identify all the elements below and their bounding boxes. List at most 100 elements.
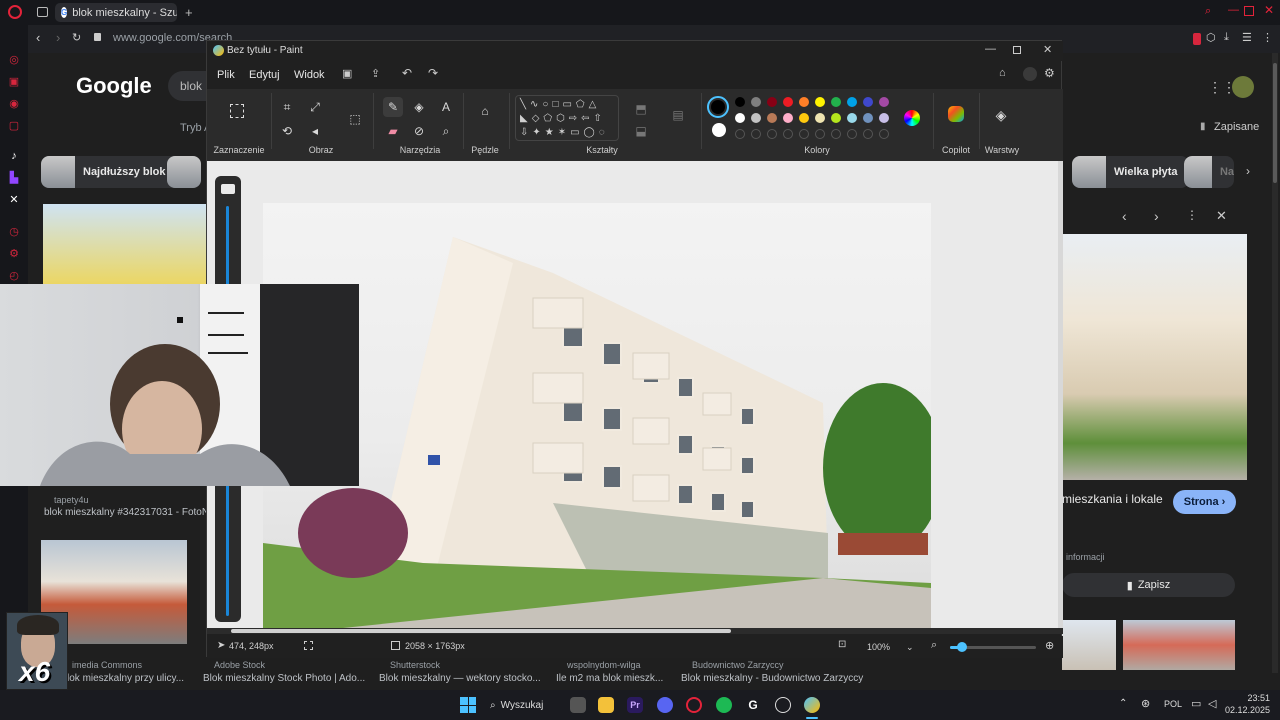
custom-color-slot[interactable] xyxy=(879,129,889,139)
color-swatch[interactable] xyxy=(767,97,777,107)
close-browser-button[interactable]: ✕ xyxy=(1264,3,1274,17)
custom-color-slot[interactable] xyxy=(751,129,761,139)
color-swatch[interactable] xyxy=(815,113,825,123)
visit-site-button[interactable]: Strona › xyxy=(1173,490,1236,514)
color-swatch[interactable] xyxy=(831,97,841,107)
bookmark-icon[interactable]: ▮ xyxy=(1200,121,1206,132)
edit-colors-icon[interactable] xyxy=(904,110,920,126)
saved-link[interactable]: Zapisane xyxy=(1214,121,1259,133)
color-swatch[interactable] xyxy=(815,97,825,107)
menu-view[interactable]: Widok xyxy=(294,69,325,81)
maximize-button[interactable] xyxy=(1013,46,1021,54)
layers-icon[interactable]: ◈ xyxy=(991,105,1011,125)
chip-wielka-plyta[interactable]: Wielka płyta xyxy=(1072,156,1190,188)
extensions-icon[interactable]: ⬡ xyxy=(1206,31,1216,44)
language-indicator[interactable]: POL xyxy=(1164,699,1182,709)
undo-icon[interactable]: ↶ xyxy=(402,66,412,80)
share-icon[interactable]: ⇪ xyxy=(371,67,380,80)
custom-color-slot[interactable] xyxy=(847,129,857,139)
easy-setup-icon[interactable]: ☰ xyxy=(1242,31,1252,44)
aria-icon[interactable]: ◎ xyxy=(7,53,21,67)
custom-color-slot[interactable] xyxy=(815,129,825,139)
color-swatch[interactable] xyxy=(831,113,841,123)
preview-title[interactable]: mieszkania i lokale xyxy=(1062,492,1163,506)
color-swatch[interactable] xyxy=(751,97,761,107)
volume-icon[interactable]: ◁ xyxy=(1208,697,1216,710)
paint-taskbar-icon[interactable] xyxy=(804,697,820,713)
minimize-browser-button[interactable]: — xyxy=(1228,4,1239,16)
spotify-icon[interactable] xyxy=(716,697,732,713)
bottom-title-3[interactable]: Blok mieszkalny — wektory stocko... xyxy=(379,673,544,684)
network-icon[interactable]: ▭ xyxy=(1191,697,1201,710)
minimize-button[interactable]: — xyxy=(985,43,996,55)
image-select-icon[interactable]: ⬚ xyxy=(345,109,365,129)
color-swatch[interactable] xyxy=(847,113,857,123)
shapes-gallery[interactable]: ╲∿○□▭⬠△ ◣◇⬠⬡⇨⇦⇧ ⇩✦★✶▭◯◌ xyxy=(515,95,619,141)
info-link[interactable]: informacji xyxy=(1066,552,1105,562)
google-logo[interactable]: Google xyxy=(76,73,152,99)
resize-icon[interactable]: ⤢ xyxy=(305,97,325,117)
tab-manager-icon[interactable] xyxy=(37,7,48,17)
close-button[interactable]: ✕ xyxy=(1043,43,1052,56)
color-swatch[interactable] xyxy=(767,113,777,123)
related-image-1[interactable] xyxy=(1062,620,1116,670)
tray-chevron-icon[interactable]: ⌃ xyxy=(1119,698,1127,709)
pencil-icon[interactable]: ✎ xyxy=(383,97,403,117)
color-swatch[interactable] xyxy=(783,97,793,107)
result-title[interactable]: blok mieszkalny #342317031 - FotoNa xyxy=(44,507,224,518)
zoom-in-icon[interactable]: ⊕ xyxy=(1045,639,1054,652)
prev-image-icon[interactable]: ‹ xyxy=(1122,208,1127,224)
shape-fill-icon[interactable]: ⬓ xyxy=(631,121,651,141)
bottom-title-1[interactable]: e:Blok mieszkalny przy ulicy... xyxy=(52,673,202,684)
color-swatch[interactable] xyxy=(735,113,745,123)
microphone-icon[interactable]: ⊛ xyxy=(1141,697,1150,710)
color-swatch[interactable] xyxy=(847,97,857,107)
new-tab-button[interactable]: + xyxy=(185,5,193,20)
search-tabs-icon[interactable]: ⌕ xyxy=(1205,5,1211,18)
primary-color[interactable] xyxy=(707,96,729,118)
flip-icon[interactable]: ◂ xyxy=(305,121,325,141)
chip-na[interactable]: Na xyxy=(1184,156,1234,188)
close-preview-icon[interactable]: ✕ xyxy=(1216,208,1227,224)
canvas-image[interactable] xyxy=(263,203,943,628)
twitch-icon[interactable]: ▙ xyxy=(7,171,21,185)
task-view-icon[interactable] xyxy=(570,697,586,713)
color-swatch[interactable] xyxy=(879,113,889,123)
color-swatch[interactable] xyxy=(799,97,809,107)
crop-icon[interactable]: ⌗ xyxy=(277,97,297,117)
color-swatch[interactable] xyxy=(783,113,793,123)
next-image-icon[interactable]: › xyxy=(1154,208,1159,224)
back-icon[interactable]: ‹ xyxy=(36,30,40,45)
tiktok-icon[interactable]: ♪ xyxy=(7,149,21,163)
feedback-icon[interactable]: ⌂ xyxy=(999,67,1006,79)
text-icon[interactable]: A xyxy=(436,97,456,117)
custom-color-slot[interactable] xyxy=(863,129,873,139)
selection-tool[interactable] xyxy=(227,101,247,121)
magnifier-icon[interactable]: ⌕ xyxy=(436,121,456,141)
color-swatch[interactable] xyxy=(799,113,809,123)
premiere-icon[interactable]: Pr xyxy=(627,697,643,713)
menu-file[interactable]: Plik xyxy=(217,69,235,81)
custom-color-slot[interactable] xyxy=(799,129,809,139)
secondary-color[interactable] xyxy=(712,123,726,137)
scroll-thumb[interactable] xyxy=(1273,63,1277,183)
instagram-icon[interactable]: ▢ xyxy=(7,119,21,133)
menu-edit[interactable]: Edytuj xyxy=(249,69,280,81)
reload-icon[interactable]: ↻ xyxy=(72,31,81,44)
grok-icon[interactable]: G xyxy=(745,697,761,713)
settings-icon[interactable]: ⚙ xyxy=(1044,66,1055,80)
brush-icon[interactable]: ⌂ xyxy=(475,101,495,121)
canvas-scrollbar[interactable] xyxy=(1058,161,1063,628)
record-icon[interactable] xyxy=(1193,33,1201,45)
file-explorer-icon[interactable] xyxy=(598,697,614,713)
forward-icon[interactable]: › xyxy=(56,30,60,45)
bottom-title-4[interactable]: Ile m2 ma blok mieszk... xyxy=(556,673,666,684)
fill-bucket-icon[interactable]: ◈ xyxy=(409,97,429,117)
save-button[interactable]: ▮ Zapisz xyxy=(1062,573,1235,597)
shopping-icon[interactable]: ▣ xyxy=(7,75,21,89)
slider-thumb[interactable] xyxy=(221,184,235,194)
history-icon[interactable]: ◷ xyxy=(7,225,21,239)
custom-color-slot[interactable] xyxy=(783,129,793,139)
save-icon[interactable]: ▣ xyxy=(342,67,352,80)
settings-icon[interactable]: ⚙ xyxy=(7,247,21,261)
